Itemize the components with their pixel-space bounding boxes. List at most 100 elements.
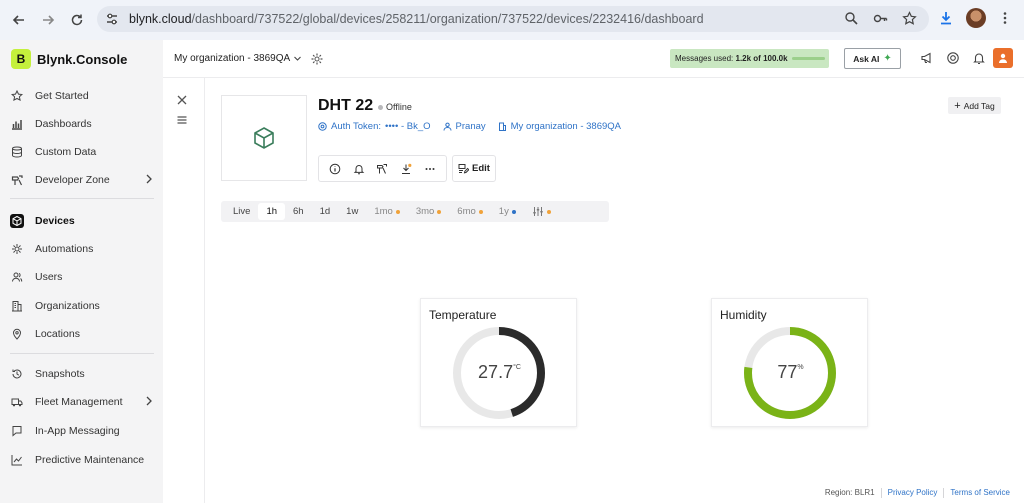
sidebar-item-automations[interactable]: Automations: [10, 239, 158, 259]
gear-icon[interactable]: [310, 52, 324, 66]
trend-icon: [10, 453, 24, 467]
sidebar-item-devices[interactable]: Devices: [10, 211, 158, 231]
sidebar-item-label: Organizations: [35, 300, 100, 312]
premium-dot: [395, 209, 400, 214]
sidebar-item-custom-data[interactable]: Custom Data: [10, 142, 158, 162]
range-label: 1mo: [374, 206, 393, 217]
zoom-icon[interactable]: [844, 11, 859, 26]
blynk-logo: B: [11, 49, 31, 69]
chat-icon: [10, 424, 24, 438]
range-1h[interactable]: 1h: [258, 203, 286, 220]
user-avatar[interactable]: [993, 48, 1013, 68]
tools-icon[interactable]: [376, 163, 388, 175]
range-live[interactable]: Live: [225, 203, 258, 220]
range-6h[interactable]: 6h: [285, 203, 312, 220]
sidebar-item-users[interactable]: Users: [10, 267, 158, 287]
download-icon[interactable]: [400, 163, 412, 175]
device-owner[interactable]: Pranay: [443, 121, 486, 132]
add-tag-button[interactable]: + Add Tag: [948, 97, 1001, 114]
database-icon: [10, 145, 24, 159]
megaphone-icon[interactable]: [920, 51, 934, 65]
automation-icon: [10, 242, 24, 256]
sidebar-item-predictive-maintenance[interactable]: Predictive Maintenance: [10, 450, 158, 470]
forward-button[interactable]: [38, 10, 58, 30]
edit-button[interactable]: Edit: [452, 155, 496, 182]
custom-range-button[interactable]: [524, 203, 559, 220]
range-1w[interactable]: 1w: [338, 203, 366, 220]
range-label: 1w: [346, 206, 359, 217]
sidebar-item-snapshots[interactable]: Snapshots: [10, 364, 158, 384]
widget-title: Temperature: [429, 308, 497, 322]
messages-usage-label: Messages used:: [675, 54, 734, 63]
footer-separator: [880, 488, 882, 498]
device-owner-label: Pranay: [455, 121, 486, 132]
key-icon[interactable]: [873, 11, 888, 26]
humidity-widget[interactable]: Humidity 77%: [711, 298, 868, 427]
bell-icon[interactable]: [353, 163, 365, 175]
profile-avatar[interactable]: [966, 8, 986, 28]
temperature-value: 27.7: [478, 362, 514, 382]
chevron-right-icon: [146, 174, 152, 184]
range-1mo[interactable]: 1mo: [366, 203, 407, 220]
sidebar-item-developer-zone[interactable]: Developer Zone: [10, 170, 158, 190]
url-text: blynk.cloud/dashboard/737522/global/devi…: [129, 12, 704, 26]
info-icon[interactable]: [329, 163, 341, 175]
topbar: My organization - 3869QA Messages used: …: [163, 40, 1024, 78]
sidebar-item-organizations[interactable]: Organizations: [10, 296, 158, 316]
bookmark-star-icon[interactable]: [902, 11, 917, 26]
browser-toolbar: blynk.cloud/dashboard/737522/global/devi…: [0, 0, 1024, 40]
help-lifebuoy-icon[interactable]: [946, 51, 960, 65]
time-range-selector: Live 1h 6h 1d 1w 1mo 3mo 6mo 1y: [221, 201, 609, 222]
sidebar-item-get-started[interactable]: Get Started: [10, 86, 158, 106]
building-icon: [498, 122, 506, 131]
edit-dashboard-icon: [458, 164, 470, 174]
sidebar-item-in-app-messaging[interactable]: In-App Messaging: [10, 421, 158, 441]
reload-icon: [71, 14, 83, 26]
widget-value: 77%: [712, 362, 869, 383]
sidebar-item-label: Custom Data: [35, 146, 97, 158]
bell-icon[interactable]: [972, 51, 986, 65]
building-icon: [10, 299, 24, 313]
range-6mo[interactable]: 6mo: [449, 203, 490, 220]
sidebar-item-label: Developer Zone: [35, 174, 110, 186]
history-icon: [10, 367, 24, 381]
sidebar-item-fleet-management[interactable]: Fleet Management: [10, 392, 158, 412]
auth-token-label: Auth Token:: [331, 121, 382, 132]
terms-of-service-link[interactable]: Terms of Service: [950, 488, 1010, 498]
brand[interactable]: B Blynk.Console: [11, 49, 127, 69]
sidebar-item-dashboards[interactable]: Dashboards: [10, 114, 158, 134]
back-button[interactable]: [9, 10, 29, 30]
url-path: /dashboard/737522/global/devices/258211/…: [191, 12, 704, 26]
site-settings-icon[interactable]: [105, 12, 119, 26]
sidebar: B Blynk.Console Get Started Dashboards C…: [0, 40, 163, 503]
more-options-icon[interactable]: [424, 163, 436, 175]
address-bar[interactable]: blynk.cloud/dashboard/737522/global/devi…: [97, 6, 929, 32]
download-icon[interactable]: [938, 10, 954, 26]
sidebar-item-label: Get Started: [35, 90, 89, 102]
range-label: 1h: [266, 206, 278, 217]
auth-token[interactable]: Auth Token: •••• - Bk_O: [318, 121, 431, 132]
url-host: blynk.cloud: [129, 12, 192, 26]
privacy-policy-link[interactable]: Privacy Policy: [888, 488, 938, 498]
premium-dot: [437, 209, 442, 214]
sidebar-item-label: Dashboards: [35, 118, 92, 130]
range-3mo[interactable]: 3mo: [408, 203, 449, 220]
range-1y[interactable]: 1y: [491, 203, 524, 220]
organization-select[interactable]: My organization - 3869QA: [174, 53, 302, 64]
premium-dot: [478, 209, 483, 214]
device-organization[interactable]: My organization - 3869QA: [498, 121, 621, 132]
plus-icon: +: [954, 99, 961, 112]
kebab-menu-icon[interactable]: [998, 11, 1012, 25]
reload-button[interactable]: [67, 10, 87, 30]
app-root: B Blynk.Console Get Started Dashboards C…: [0, 40, 1024, 503]
humidity-value: 77: [777, 362, 798, 382]
range-label: 1y: [498, 206, 509, 217]
menu-icon[interactable]: [176, 114, 190, 128]
sidebar-item-label: Users: [35, 271, 63, 283]
sidebar-item-locations[interactable]: Locations: [10, 324, 158, 344]
close-icon[interactable]: [176, 94, 190, 108]
ask-ai-button[interactable]: Ask AI ✦: [844, 48, 901, 69]
temperature-widget[interactable]: Temperature 27.7°C: [420, 298, 577, 427]
range-1d[interactable]: 1d: [312, 203, 339, 220]
sidebar-item-label: Snapshots: [35, 368, 85, 380]
